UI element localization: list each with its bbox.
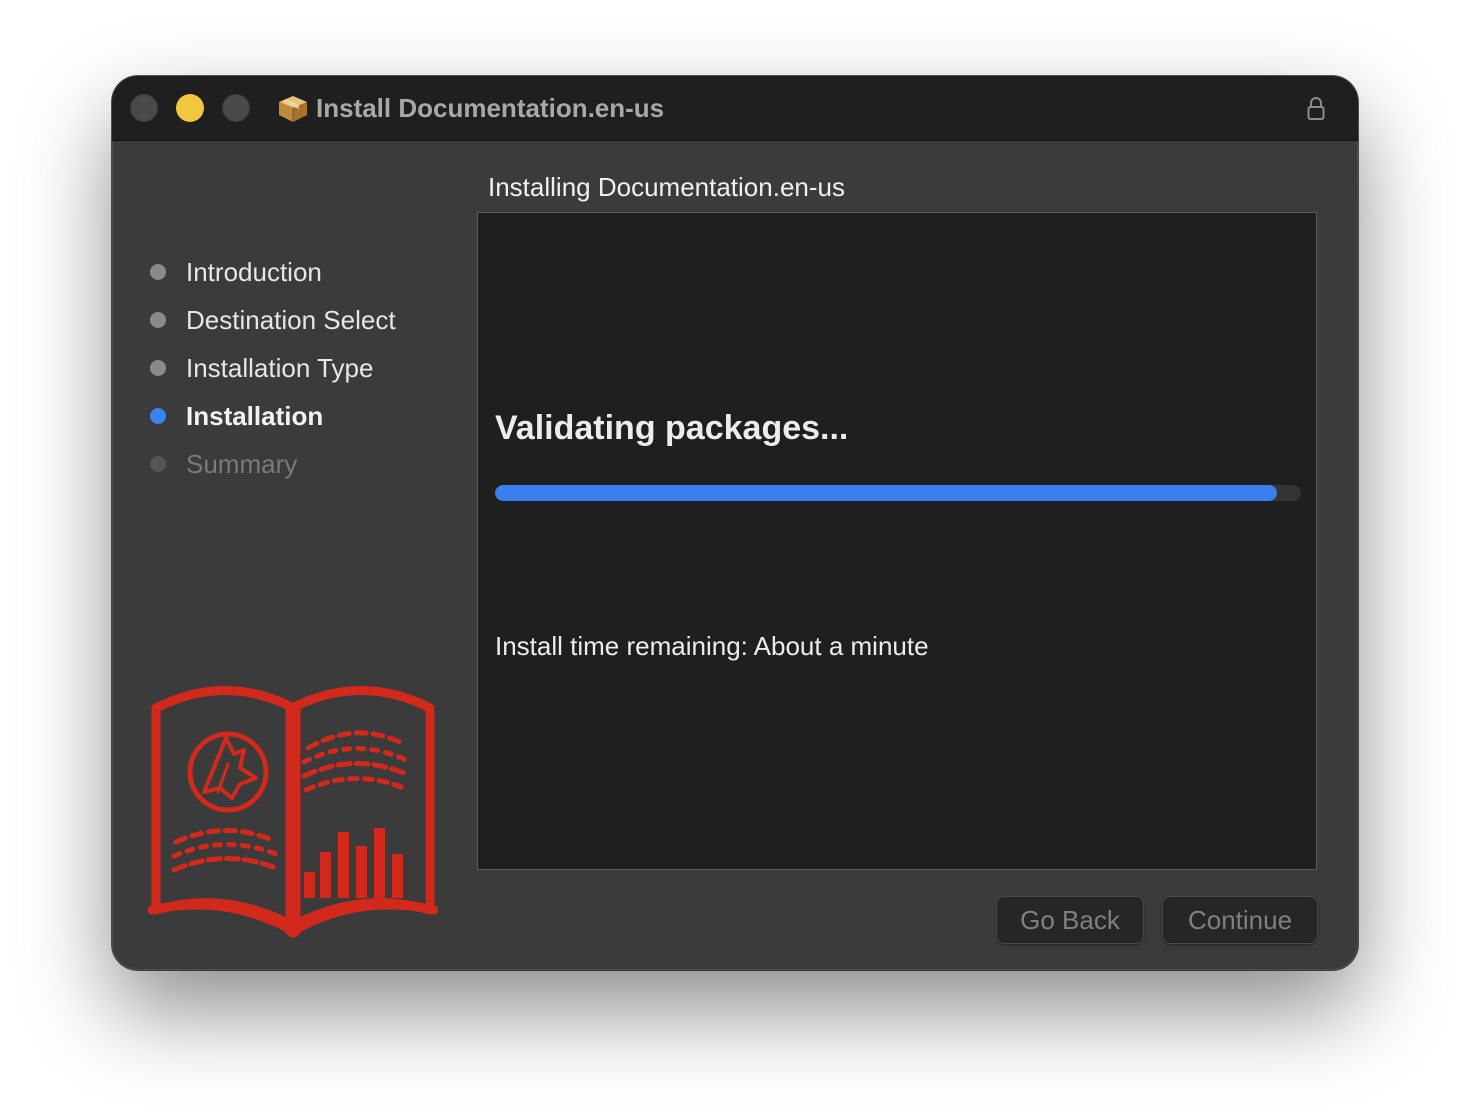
- step-indicator-active: [150, 408, 166, 424]
- progress-fill: [495, 485, 1277, 501]
- panel-heading: Installing Documentation.en-us: [488, 172, 845, 202]
- step-indicator: [150, 360, 166, 376]
- go-back-button[interactable]: Go Back: [996, 896, 1144, 944]
- step-summary: Summary: [150, 447, 297, 481]
- window-title: Install Documentation.en-us: [316, 93, 665, 123]
- zoom-button[interactable]: [222, 94, 250, 122]
- content-panel: Validating packages... Install time rema…: [477, 212, 1317, 870]
- progress-bar: [495, 485, 1301, 501]
- step-indicator: [150, 264, 166, 280]
- title-bar[interactable]: Install Documentation.en-us: [112, 76, 1358, 141]
- close-button[interactable]: [130, 94, 158, 122]
- step-label: Installation Type: [186, 352, 374, 383]
- step-destination-select: Destination Select: [150, 303, 396, 337]
- continue-button[interactable]: Continue: [1162, 896, 1318, 944]
- minimize-button[interactable]: [176, 94, 204, 122]
- steps-sidebar: Introduction Destination Select Installa…: [112, 140, 472, 970]
- package-box-icon: [279, 96, 307, 122]
- status-text: Validating packages...: [495, 409, 849, 447]
- step-installation-type: Installation Type: [150, 351, 373, 385]
- step-label: Installation: [186, 400, 324, 431]
- step-label: Introduction: [186, 256, 322, 287]
- time-remaining-text: Install time remaining: About a minute: [495, 631, 929, 661]
- step-indicator: [150, 456, 166, 472]
- step-indicator: [150, 312, 166, 328]
- step-introduction: Introduction: [150, 255, 322, 289]
- lock-icon[interactable]: [1306, 96, 1326, 122]
- installer-window: Install Documentation.en-us Introduction…: [112, 76, 1358, 970]
- step-installation: Installation: [150, 399, 323, 433]
- step-label: Summary: [186, 448, 298, 479]
- book-fox-chart-logo: [148, 686, 438, 938]
- step-label: Destination Select: [186, 304, 396, 335]
